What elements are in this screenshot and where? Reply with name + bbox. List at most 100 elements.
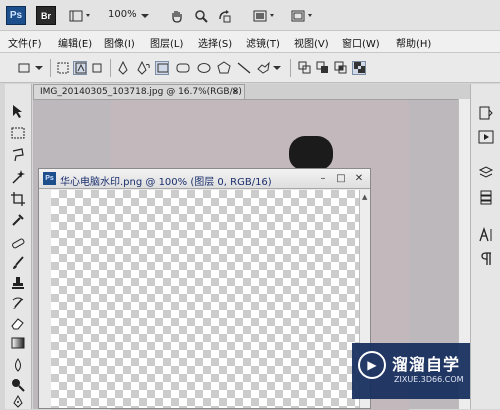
move-tool[interactable] [8, 102, 28, 120]
custom-shape-icon [257, 61, 270, 74]
menu-filter[interactable]: 滤镜(T) [246, 35, 280, 50]
menu-layer[interactable]: 图层(L) [150, 35, 183, 50]
view-extras-button[interactable] [68, 6, 94, 25]
gradient-icon [11, 337, 25, 349]
magic-wand-icon [12, 170, 25, 184]
rounded-rectangle-option[interactable] [176, 61, 190, 75]
menu-select[interactable]: 选择(S) [198, 35, 232, 50]
application-bar: Ps Br 100% [0, 0, 500, 31]
custom-shape-dropdown[interactable] [272, 61, 282, 75]
ellipse-icon [197, 63, 211, 73]
history-brush-icon [12, 297, 24, 309]
polygon-option[interactable] [217, 61, 231, 75]
stamp-icon [12, 277, 24, 289]
add-to-path-button[interactable] [298, 61, 312, 75]
eyedropper-tool[interactable] [8, 211, 28, 229]
magic-wand-tool[interactable] [8, 168, 28, 186]
photoshop-logo[interactable]: Ps [6, 6, 26, 25]
document-tab-img[interactable]: IMG_20140305_103718.jpg @ 16.7%(RGB/8) × [33, 84, 245, 99]
chevron-down-icon [35, 66, 43, 70]
layers-panel-button[interactable] [476, 164, 496, 182]
dodge-tool[interactable] [8, 376, 28, 394]
ellipse-option[interactable] [197, 61, 211, 75]
intersect-path-button[interactable] [334, 61, 348, 75]
blur-tool[interactable] [8, 356, 28, 374]
menu-file[interactable]: 文件(F) [8, 35, 42, 50]
menu-image[interactable]: 图像(I) [104, 35, 135, 50]
tool-preset-dropdown[interactable] [34, 61, 44, 75]
path-add-icon [298, 61, 311, 74]
pen-tool[interactable] [8, 395, 28, 409]
fill-pixels-button[interactable] [90, 61, 104, 75]
marquee-icon [11, 127, 25, 139]
path-subtract-icon [316, 61, 328, 73]
pen-icon [118, 61, 128, 75]
chevron-down-icon [141, 13, 149, 18]
menu-window[interactable]: 窗口(W) [342, 35, 380, 50]
line-option[interactable] [237, 61, 251, 75]
eraser-tool[interactable] [8, 314, 28, 332]
fill-pixels-icon [92, 63, 102, 73]
close-button[interactable]: ✕ [352, 172, 366, 185]
channels-panel-button[interactable] [476, 188, 496, 206]
screen-mode-icon [291, 10, 312, 21]
history-panel-button[interactable] [476, 104, 496, 122]
rectangle-tool-option[interactable] [155, 61, 169, 75]
minimize-button[interactable]: – [316, 172, 330, 185]
gradient-tool[interactable] [8, 334, 28, 352]
photoshop-doc-icon: Ps [43, 172, 56, 185]
marquee-tool[interactable] [8, 124, 28, 142]
close-tab-icon[interactable]: × [231, 85, 239, 99]
arrange-documents-button[interactable] [252, 6, 278, 25]
watermark-url: ZIXUE.3D66.COM [394, 375, 464, 384]
character-panel-button[interactable] [476, 226, 496, 244]
lasso-tool[interactable] [8, 146, 28, 164]
channels-icon [480, 190, 492, 205]
pen-tool-option[interactable] [116, 61, 130, 75]
crop-icon [11, 192, 25, 206]
floating-document-titlebar[interactable]: Ps 华心电脑水印.png @ 100% (图层 0, RGB/16) – □ … [39, 169, 370, 189]
scroll-up-icon[interactable]: ▲ [362, 193, 367, 201]
paths-button[interactable] [73, 61, 87, 75]
brush-tool[interactable] [8, 254, 28, 272]
floating-document-window[interactable]: Ps 华心电脑水印.png @ 100% (图层 0, RGB/16) – □ … [38, 168, 371, 409]
zoom-level[interactable]: 100% [108, 9, 137, 20]
history-icon [479, 106, 493, 120]
freeform-pen-icon [137, 61, 150, 75]
layers-icon [478, 166, 494, 178]
freeform-pen-option[interactable] [137, 61, 151, 75]
bridge-logo[interactable]: Br [36, 6, 56, 25]
exclude-path-button[interactable] [352, 61, 366, 75]
polygon-icon [217, 61, 231, 74]
transparent-canvas[interactable] [51, 190, 359, 408]
lasso-icon [12, 148, 24, 162]
rotate-view-button[interactable] [216, 6, 234, 25]
zoom-tool-button[interactable] [192, 6, 210, 25]
separator [290, 59, 291, 77]
rectangle-icon [157, 63, 168, 73]
subtract-path-button[interactable] [316, 61, 330, 75]
healing-brush-tool[interactable] [8, 234, 28, 252]
tool-preset-picker[interactable] [18, 61, 32, 75]
crop-tool[interactable] [8, 190, 28, 208]
paragraph-panel-button[interactable] [476, 250, 496, 268]
custom-shape-option[interactable] [256, 61, 270, 75]
shape-layers-icon [57, 62, 69, 74]
clone-stamp-tool[interactable] [8, 274, 28, 292]
menu-view[interactable]: 视图(V) [294, 35, 329, 50]
photo-subject-object [289, 136, 333, 170]
path-exclude-icon [354, 62, 365, 73]
maximize-button[interactable]: □ [334, 172, 348, 185]
rounded-rectangle-icon [176, 63, 190, 73]
menu-edit[interactable]: 编辑(E) [58, 35, 92, 50]
play-icon [478, 130, 494, 144]
menu-help[interactable]: 帮助(H) [396, 35, 431, 50]
actions-panel-button[interactable] [476, 128, 496, 146]
screen-mode-button[interactable] [290, 6, 316, 25]
zoom-dropdown-arrow[interactable] [140, 6, 150, 25]
hand-tool-button[interactable] [168, 6, 186, 25]
history-brush-tool[interactable] [8, 294, 28, 312]
bandage-icon [12, 238, 25, 249]
shape-layers-button[interactable] [56, 61, 70, 75]
magnifier-icon [195, 9, 208, 23]
